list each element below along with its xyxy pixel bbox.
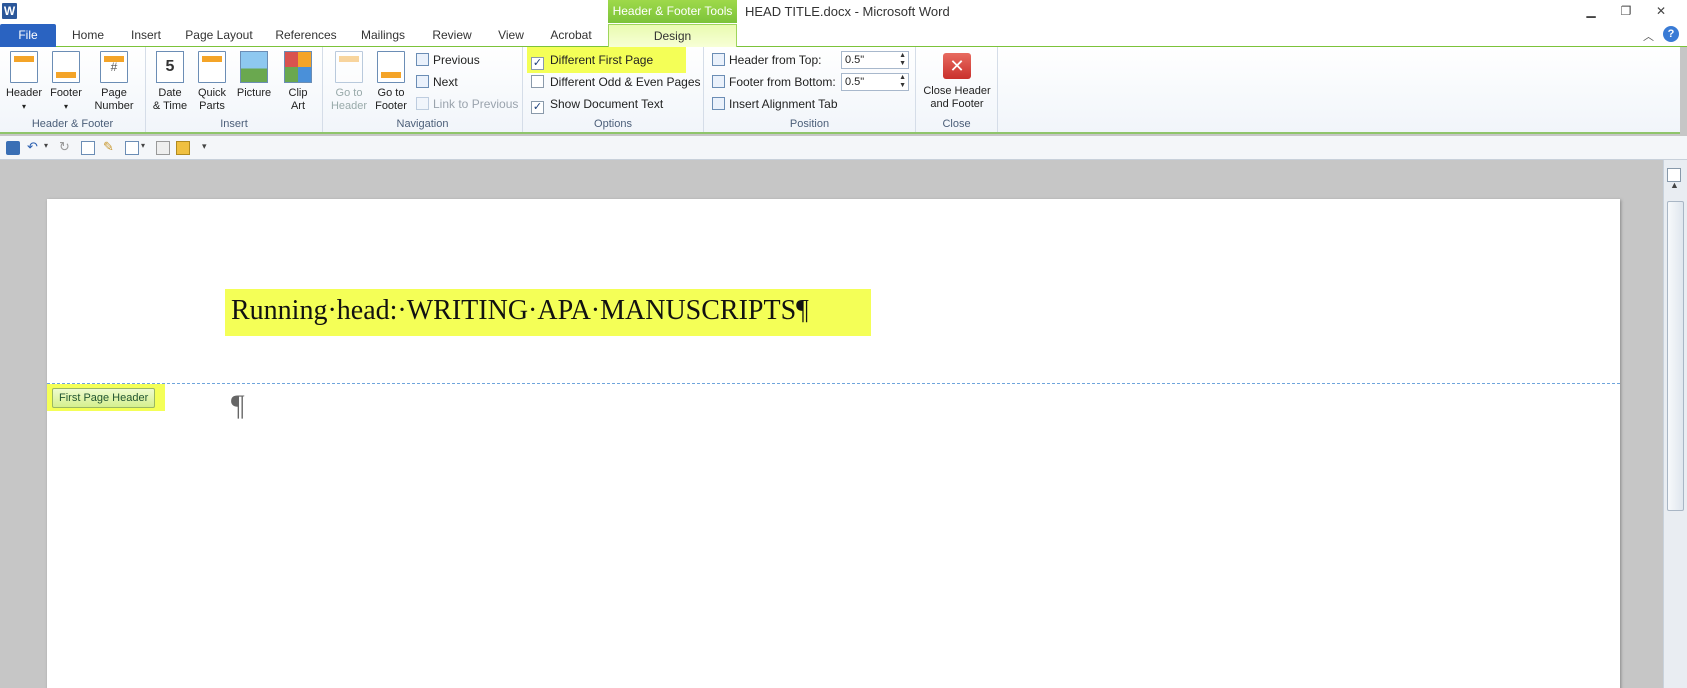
- running-head-text[interactable]: Running·head:·WRITING·APA·MANUSCRIPTS¶: [231, 295, 809, 327]
- tab-page-layout[interactable]: Page Layout: [185, 24, 253, 47]
- footer-icon: [52, 51, 80, 83]
- previous-button[interactable]: Previous: [416, 51, 480, 69]
- print-preview-icon[interactable]: [156, 141, 170, 155]
- tab-view[interactable]: View: [494, 24, 528, 47]
- group-label-options: Options: [594, 118, 632, 130]
- quick-access-toolbar: ↶ ▾ ↻ ✎ ▾ ▾: [0, 136, 1687, 160]
- go-to-footer-icon: [377, 51, 405, 83]
- first-page-header-tag: First Page Header: [52, 388, 156, 408]
- tab-design[interactable]: Design: [608, 24, 737, 47]
- header-from-top-input[interactable]: 0.5" ▲ ▼: [841, 51, 909, 69]
- document-icon[interactable]: [125, 141, 139, 155]
- minimize-ribbon-icon[interactable]: ︿: [1643, 28, 1654, 44]
- insert-alignment-tab-button[interactable]: Insert Alignment Tab: [712, 95, 838, 113]
- checkbox-checked-icon: ✓: [531, 57, 544, 70]
- checkbox-empty-icon: [531, 75, 544, 88]
- header-boundary-line: [47, 383, 1620, 384]
- link-to-previous-button[interactable]: Link to Previous: [416, 95, 518, 113]
- date-time-button[interactable]: 5 Date & Time: [152, 51, 188, 113]
- picture-button[interactable]: Picture: [234, 51, 274, 100]
- group-close: ✕ Close Header and Footer Close: [916, 47, 998, 132]
- calendar-icon: 5: [156, 51, 184, 83]
- restore-icon[interactable]: ❐: [1613, 2, 1639, 20]
- tab-references[interactable]: References: [274, 24, 338, 47]
- group-label-position: Position: [789, 118, 830, 130]
- different-first-page-checkbox[interactable]: ✓ Different First Page: [531, 51, 653, 70]
- group-label-insert: Insert: [220, 118, 248, 130]
- footer-button[interactable]: Footer ▾: [46, 51, 86, 113]
- tab-file[interactable]: File: [0, 24, 56, 47]
- clip-art-icon: [284, 51, 312, 83]
- save-icon[interactable]: [6, 141, 20, 155]
- paragraph-mark[interactable]: ¶: [231, 389, 245, 423]
- footer-position-icon: [712, 75, 725, 88]
- page-number-button[interactable]: Page Number: [88, 51, 140, 113]
- link-icon: [416, 97, 429, 110]
- close-header-footer-button[interactable]: ✕ Close Header and Footer: [919, 51, 995, 111]
- scrollbar-thumb[interactable]: [1667, 201, 1684, 511]
- close-window-icon[interactable]: ✕: [1648, 2, 1674, 20]
- page-number-icon: [100, 51, 128, 83]
- previous-icon: [416, 53, 429, 66]
- group-label-close: Close: [942, 118, 971, 130]
- group-options: ✓ Different First Page Different Odd & Ev…: [523, 47, 704, 132]
- group-label-header-footer: Header & Footer: [31, 118, 114, 130]
- tab-insert[interactable]: Insert: [124, 24, 168, 47]
- title-bar: W Header & Footer Tools HEAD TITLE.docx …: [0, 0, 1687, 23]
- context-tab-title: Header & Footer Tools: [608, 0, 737, 23]
- next-icon: [416, 75, 429, 88]
- help-icon[interactable]: ?: [1663, 26, 1679, 42]
- next-button[interactable]: Next: [416, 73, 458, 91]
- go-to-header-icon: [335, 51, 363, 83]
- spinner-arrows-icon[interactable]: ▲ ▼: [899, 74, 906, 90]
- word-logo-icon[interactable]: W: [2, 3, 17, 19]
- close-x-icon: ✕: [943, 53, 971, 79]
- customize-toolbar-icon[interactable]: ▾: [202, 141, 216, 155]
- checkbox-checked-icon: ✓: [531, 101, 544, 114]
- header-button[interactable]: Header ▾: [4, 51, 44, 113]
- ribbon-tabs: File Home Insert Page Layout References …: [0, 23, 1687, 47]
- header-icon: [10, 51, 38, 83]
- minimize-icon[interactable]: ▁: [1578, 2, 1604, 20]
- undo-icon[interactable]: ↶: [27, 140, 41, 155]
- tab-review[interactable]: Review: [429, 24, 475, 47]
- go-to-footer-button[interactable]: Go to Footer: [371, 51, 411, 113]
- view-ruler-icon[interactable]: [1667, 168, 1681, 182]
- spinner-arrows-icon[interactable]: ▲ ▼: [899, 52, 906, 68]
- group-position: Header from Top: 0.5" ▲ ▼ Footer from Bott…: [704, 47, 916, 132]
- quick-parts-icon: [198, 51, 226, 83]
- header-position-icon: [712, 53, 725, 66]
- tab-acrobat[interactable]: Acrobat: [548, 24, 594, 47]
- group-label-navigation: Navigation: [396, 118, 449, 130]
- quick-parts-button[interactable]: Quick Parts: [194, 51, 230, 113]
- group-header-footer: Header▾ Footer▾ Page Number Header & Foo…: [0, 47, 146, 132]
- footer-from-bottom-input[interactable]: 0.5" ▲ ▼: [841, 73, 909, 91]
- document-title: HEAD TITLE.docx - Microsoft Word: [745, 4, 950, 19]
- dropdown-icon[interactable]: ▾: [141, 141, 155, 155]
- format-painter-icon[interactable]: ✎: [103, 140, 117, 155]
- ribbon: Header▾ Footer▾ Page Number Header & Foo…: [0, 47, 1680, 134]
- alignment-tab-icon: [712, 97, 725, 110]
- group-insert: 5 Date & Time Quick Parts Picture Clip A…: [146, 47, 323, 132]
- open-folder-icon[interactable]: [176, 141, 190, 155]
- tab-mailings[interactable]: Mailings: [358, 24, 408, 47]
- group-navigation: Go to Header Go to Footer Previous Next …: [323, 47, 523, 132]
- different-odd-even-checkbox[interactable]: Different Odd & Even Pages: [531, 73, 701, 91]
- clip-art-button[interactable]: Clip Art: [280, 51, 316, 113]
- document-page[interactable]: Running·head:·WRITING·APA·MANUSCRIPTS¶ F…: [47, 199, 1620, 688]
- header-from-top-label: Header from Top:: [712, 51, 822, 69]
- picture-icon: [240, 51, 268, 83]
- document-area: Running·head:·WRITING·APA·MANUSCRIPTS¶ F…: [0, 160, 1663, 688]
- redo-icon[interactable]: ↻: [59, 140, 73, 155]
- tab-home[interactable]: Home: [68, 24, 108, 47]
- copy-icon[interactable]: [81, 141, 95, 155]
- go-to-header-button[interactable]: Go to Header: [329, 51, 369, 113]
- footer-from-bottom-label: Footer from Bottom:: [712, 73, 836, 91]
- undo-dropdown-icon[interactable]: ▾: [44, 141, 58, 155]
- vertical-scrollbar[interactable]: ▲: [1663, 160, 1687, 688]
- show-document-text-checkbox[interactable]: ✓ Show Document Text: [531, 95, 663, 114]
